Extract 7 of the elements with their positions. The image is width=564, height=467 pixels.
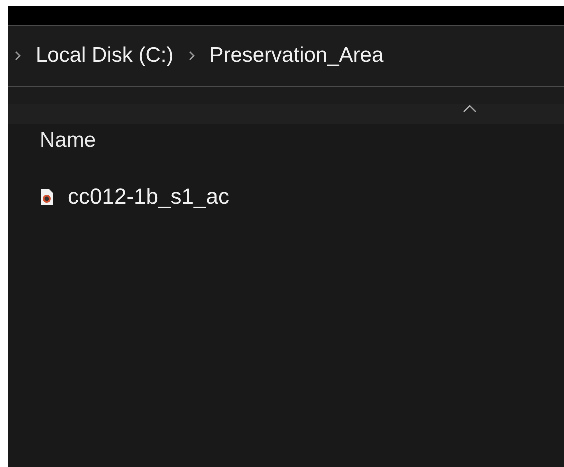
chevron-icon (14, 51, 22, 61)
breadcrumb-item[interactable]: Preservation_Area (210, 44, 384, 68)
column-header[interactable]: Name (40, 129, 96, 152)
audio-file-icon (40, 188, 54, 206)
breadcrumb-item[interactable]: Local Disk (C:) (36, 44, 174, 68)
chevron-icon (188, 51, 196, 61)
file-row[interactable]: cc012-1b_s1_ac (40, 182, 234, 212)
